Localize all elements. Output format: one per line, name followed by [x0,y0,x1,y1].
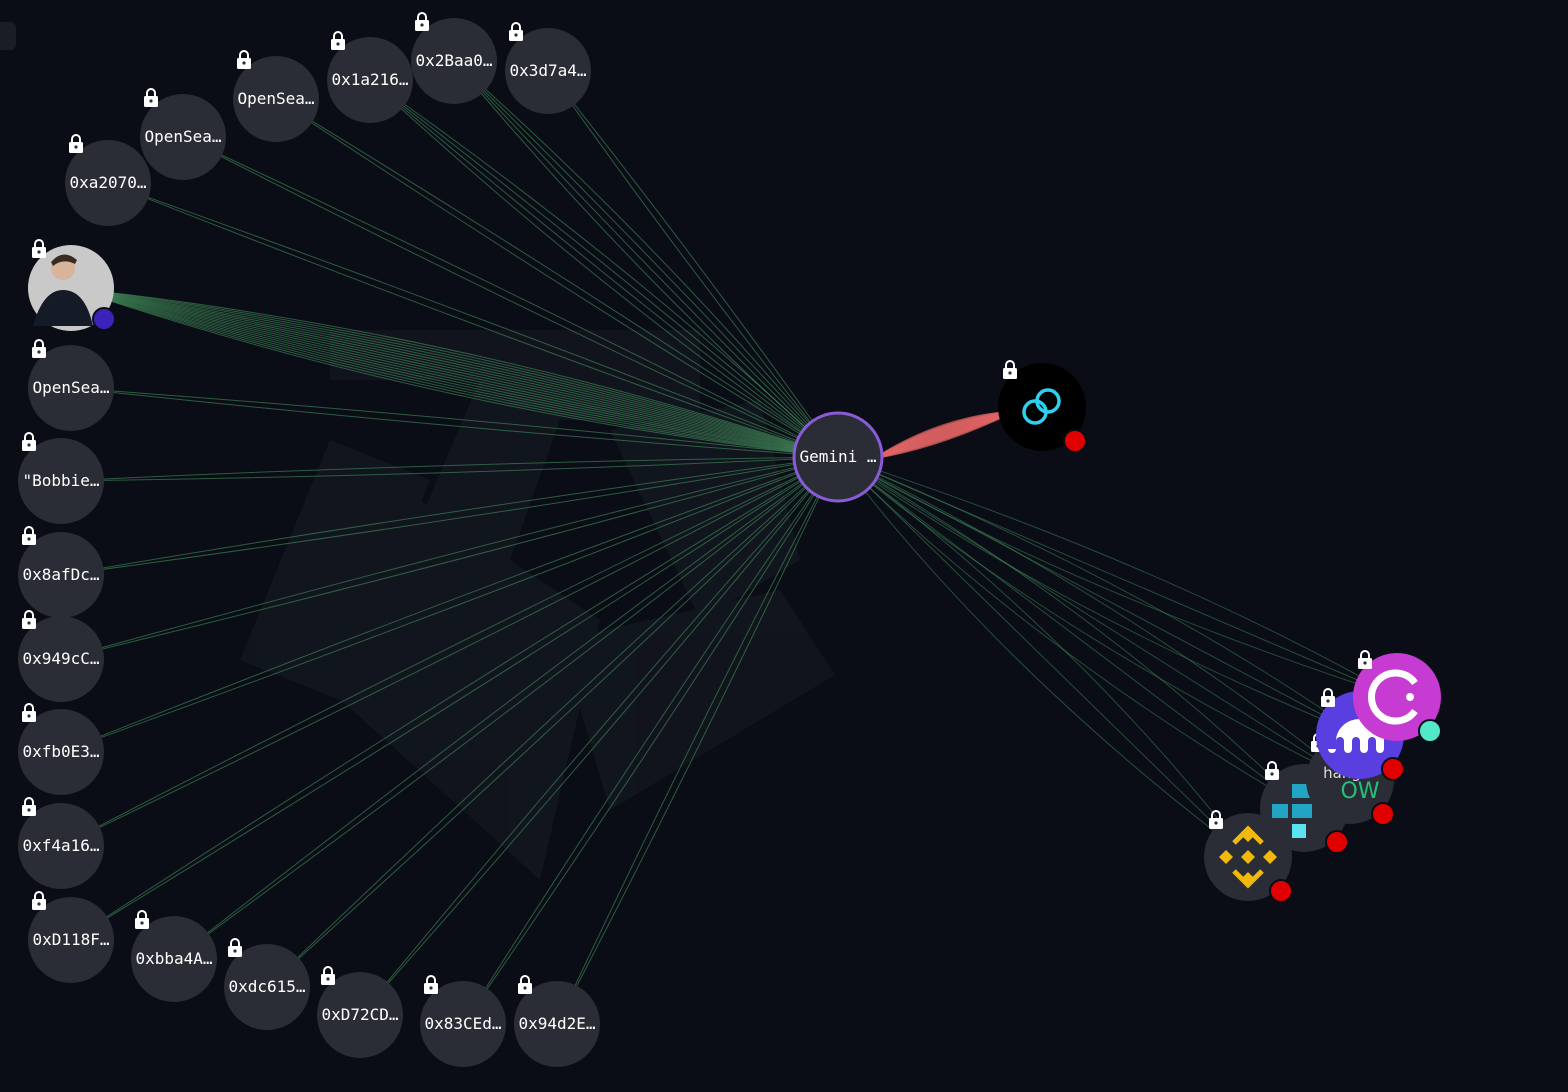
node-label: 0xdc615… [228,977,305,996]
status-dot [1325,830,1349,854]
node-label: 0x2Baa0… [415,51,492,70]
wallet-node[interactable]: 0x2Baa0… [411,12,497,104]
lock-icon [22,526,36,545]
status-dot [1381,757,1405,781]
wallet-node[interactable]: 0xf4a16… [18,797,104,889]
node-label: 0xD72CD… [321,1005,398,1024]
lock-icon [69,134,83,153]
graph-canvas[interactable]: 0xa2070… OpenSea… OpenSea… 0x1a216… 0x2Baa0…… [0,0,1568,1092]
wallet-node[interactable]: 0xa2070… [65,134,151,226]
transaction-graph[interactable]: 0xa2070… OpenSea… OpenSea… 0x1a216… 0x2Baa0…… [0,0,1568,1092]
wallet-node[interactable]: "Bobbie… [18,432,104,524]
wallet-node[interactable]: 0xdc615… [224,938,310,1030]
center-node-label: Gemini … [799,447,876,466]
node-label: 0x8afDc… [22,565,99,584]
node-label: 0xD118F… [32,930,109,949]
lock-icon [22,432,36,451]
wallet-node[interactable]: 0xfb0E3… [18,703,104,795]
node-label: 0xbba4A… [135,949,212,968]
wallet-node[interactable]: 0xD118F… [28,891,114,983]
lock-icon [1003,360,1017,379]
transfer-edge[interactable] [837,456,1305,809]
node-label: 0x949cC… [22,649,99,668]
wallet-node[interactable]: 0xbba4A… [131,910,217,1002]
lock-icon [331,31,345,50]
lock-icon [135,910,149,929]
node-label: OpenSea… [237,89,314,108]
watermark-logo [240,330,835,880]
wallet-node[interactable] [28,239,116,331]
lock-icon [144,88,158,107]
lock-icon [22,703,36,722]
wallet-node[interactable]: 0x1a216… [327,31,413,123]
transfer-edge[interactable] [837,456,1249,858]
wallet-node[interactable]: 0x83CEd… [420,975,506,1067]
lock-icon [1321,688,1335,707]
node-label: 0x83CEd… [424,1014,501,1033]
wallet-node[interactable]: OpenSea… [28,339,114,431]
lock-icon [1265,761,1279,780]
lock-icon [32,239,46,258]
transfer-edge[interactable] [837,456,1361,736]
lock-icon [415,12,429,31]
lock-icon [22,610,36,629]
lock-icon [228,938,242,957]
lock-icon [424,975,438,994]
wallet-node[interactable]: 0x94d2E… [514,975,600,1067]
outflow-edge-layer [877,410,1013,459]
wallet-node[interactable]: OpenSea… [233,50,319,142]
exchange-node[interactable] [998,360,1087,453]
node-label: 0x94d2E… [518,1014,595,1033]
status-dot [1063,429,1087,453]
node-label: 0xfb0E3… [22,742,99,761]
node-label: 0xf4a16… [22,836,99,855]
lock-icon [32,891,46,910]
status-dot [92,307,116,331]
lock-icon [509,22,523,41]
lock-icon [1358,650,1372,669]
wallet-node[interactable]: 0x8afDc… [18,526,104,618]
node-label: 0xa2070… [69,173,146,192]
center-node[interactable]: Gemini … [792,411,884,503]
status-dot [1269,879,1293,903]
node-label: OpenSea… [32,378,109,397]
lock-icon [1209,810,1223,829]
svg-text:OW: OW [1340,779,1379,804]
node-label: "Bobbie… [22,471,99,490]
node-label: OpenSea… [144,127,221,146]
status-dot [1418,719,1442,743]
lock-icon [22,797,36,816]
lock-icon [32,339,46,358]
node-label: 0x1a216… [331,70,408,89]
exchange-node[interactable] [1353,650,1442,743]
node-label: 0x3d7a4… [509,61,586,80]
lock-icon [237,50,251,69]
wallet-node[interactable]: OpenSea… [140,88,226,180]
status-dot [1371,802,1395,826]
wallet-node[interactable]: 0x949cC… [18,610,104,702]
wallet-node[interactable]: 0x3d7a4… [505,22,591,114]
lock-icon [321,966,335,985]
lock-icon [518,975,532,994]
